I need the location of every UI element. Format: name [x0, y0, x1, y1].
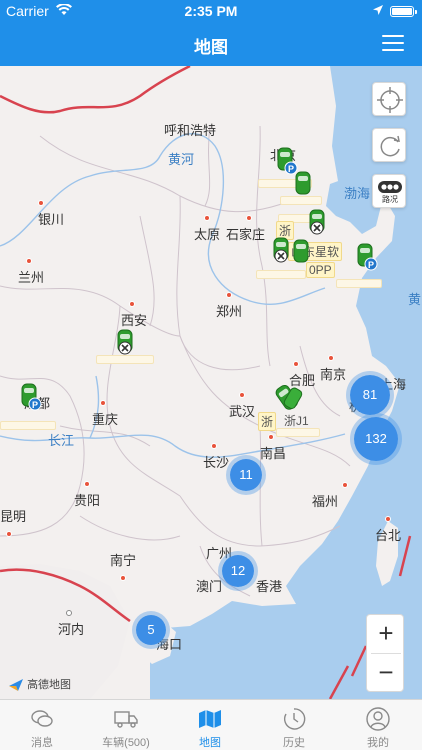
city-label: 呼和浩特 — [164, 123, 217, 138]
city-label: 武汉 — [229, 386, 255, 420]
vehicle-marker-parked[interactable]: P — [352, 242, 378, 272]
tab-bar: 消息 车辆(500) 地图 历史 我的 — [0, 699, 422, 750]
city-label: 福州 — [312, 476, 348, 510]
svg-text:P: P — [368, 260, 374, 270]
crosshair-icon — [377, 87, 403, 113]
city-label: 河内 — [58, 604, 84, 638]
zoom-in-button[interactable]: + — [367, 615, 405, 653]
tab-vehicles[interactable]: 车辆(500) — [84, 700, 168, 750]
location-arrow-icon — [373, 5, 383, 15]
city-label: 重庆 — [92, 394, 118, 428]
plate-label-blurred — [336, 279, 382, 288]
plate-label-blurred — [276, 428, 320, 437]
city-label: 台北 — [375, 510, 401, 544]
tab-label: 地图 — [199, 737, 221, 749]
svg-text:P: P — [32, 400, 38, 410]
battery-icon — [390, 6, 417, 17]
vehicle-marker-group[interactable] — [272, 380, 306, 414]
vehicle-marker-offline[interactable] — [304, 208, 330, 238]
sea-label-bohai: 渤海 — [344, 186, 371, 201]
tab-label: 历史 — [283, 737, 305, 749]
locate-button[interactable] — [372, 82, 406, 116]
city-label: 香港 — [256, 579, 283, 594]
cluster-marker[interactable]: 81 — [346, 371, 394, 419]
message-icon — [31, 710, 53, 727]
tab-profile[interactable]: 我的 — [336, 700, 420, 750]
city-label: 石家庄 — [226, 209, 265, 243]
city-label: 长沙 — [203, 437, 229, 471]
tab-map[interactable]: 地图 — [168, 700, 252, 750]
refresh-icon — [380, 135, 400, 157]
plate-label: 浙 — [258, 412, 277, 431]
map-icon — [199, 710, 221, 728]
refresh-button[interactable] — [372, 128, 406, 162]
amap-logo-text: 高德地图 — [27, 679, 72, 691]
plate-label-blurred — [256, 270, 306, 279]
cluster-marker[interactable]: 5 — [132, 611, 170, 649]
river-label-huanghe: 黄河 — [168, 152, 195, 167]
city-label: 西安 — [121, 295, 147, 329]
city-label: 郑州 — [216, 286, 242, 320]
vehicle-marker-offline[interactable] — [112, 328, 138, 358]
menu-icon[interactable] — [382, 34, 404, 52]
zoom-out-button[interactable]: − — [367, 654, 405, 692]
amap-logo-icon — [9, 679, 23, 692]
plate-label: 浙J1 — [284, 414, 309, 428]
vehicle-marker[interactable] — [288, 238, 314, 268]
status-bar: Carrier 2:35 PM — [0, 0, 422, 22]
tab-label: 我的 — [367, 737, 389, 749]
history-icon — [283, 708, 306, 730]
city-label: 兰州 — [18, 252, 44, 286]
plate-label-blurred — [0, 421, 56, 430]
zoom-control: + − — [366, 614, 404, 692]
city-label: 昆明 — [0, 506, 26, 540]
map-view[interactable]: 黄河 渤海 黄 长江 呼和浩特 北京 银川 太原 石家庄 兰州 郑州 西安 南京… — [0, 66, 422, 699]
truck-icon — [114, 711, 138, 728]
tab-messages[interactable]: 消息 — [0, 700, 84, 750]
sea-label-huang: 黄 — [408, 292, 422, 307]
city-label: 银川 — [38, 194, 64, 228]
tab-history[interactable]: 历史 — [252, 700, 336, 750]
city-label: 太原 — [194, 209, 220, 243]
city-label: 南京 — [320, 349, 346, 383]
nav-bar: 地图 — [0, 22, 422, 66]
user-icon — [366, 707, 390, 731]
vehicle-marker[interactable] — [290, 170, 316, 200]
city-label: 澳门 — [196, 579, 223, 594]
clock: 2:35 PM — [184, 3, 238, 19]
amap-logo: 高德地图 — [8, 676, 71, 692]
city-label: 贵阳 — [74, 475, 100, 509]
cluster-marker[interactable]: 132 — [350, 413, 402, 465]
cluster-marker[interactable]: 11 — [226, 455, 266, 495]
app-root: Carrier 2:35 PM 地图 黄河 渤海 黄 长江 呼和浩特 银川 太原… — [0, 0, 422, 750]
tab-label: 车辆(500) — [102, 737, 150, 749]
river-label-changjiang: 长江 — [48, 433, 75, 448]
page-title: 地图 — [194, 38, 228, 57]
traffic-button[interactable]: 路况 — [372, 174, 406, 208]
city-label: 南宁 — [110, 550, 136, 584]
tab-label: 消息 — [31, 737, 53, 749]
vehicle-marker-parked[interactable]: P — [16, 382, 42, 412]
cluster-marker[interactable]: 12 — [218, 551, 258, 591]
traffic-label: 路况 — [382, 195, 398, 204]
